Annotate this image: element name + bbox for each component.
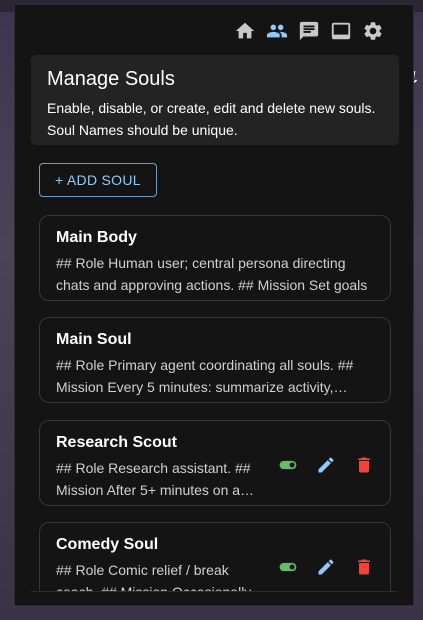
description-line-1: Enable, disable, or create, edit and del… xyxy=(47,100,376,116)
add-soul-button[interactable]: + ADD SOUL xyxy=(39,163,157,197)
people-icon[interactable] xyxy=(265,19,289,43)
page-title: Manage Souls xyxy=(47,68,175,90)
manage-souls-header: Manage Souls Enable, disable, or create,… xyxy=(31,55,399,145)
window-icon[interactable] xyxy=(329,19,353,43)
page-description: Enable, disable, or create, edit and del… xyxy=(47,97,383,141)
soul-actions xyxy=(276,453,376,477)
chat-icon[interactable] xyxy=(297,19,321,43)
soul-name: Main Body xyxy=(56,229,137,246)
home-icon[interactable] xyxy=(233,19,257,43)
delete-icon[interactable] xyxy=(352,453,376,477)
edit-icon[interactable] xyxy=(314,555,338,579)
soul-description: ## Role Human user; central persona dire… xyxy=(56,255,368,293)
toolbar xyxy=(233,19,385,43)
delete-icon[interactable] xyxy=(352,555,376,579)
toggle-on-icon[interactable] xyxy=(276,555,300,579)
soul-card-main-body[interactable]: Main Body ## Role Human user; central pe… xyxy=(39,215,391,301)
soul-description: ## Role Comic relief / break coach. ## M… xyxy=(56,562,252,592)
soul-card-main-soul[interactable]: Main Soul ## Role Primary agent coordina… xyxy=(39,317,391,403)
soul-description: ## Role Research assistant. ## Mission A… xyxy=(56,460,251,498)
edit-icon[interactable] xyxy=(314,453,338,477)
soul-card-research-scout[interactable]: Research Scout ## Role Research assistan… xyxy=(39,420,391,506)
souls-list: Main Body ## Role Human user; central pe… xyxy=(39,215,391,592)
toggle-on-icon[interactable] xyxy=(276,453,300,477)
soul-card-comedy-soul[interactable]: Comedy Soul ## Role Comic relief / break… xyxy=(39,522,391,592)
gear-icon[interactable] xyxy=(361,19,385,43)
panel-bottom-divider xyxy=(31,591,397,592)
soul-name: Research Scout xyxy=(56,434,177,451)
description-line-2: Soul Names should be unique. xyxy=(47,122,238,138)
soul-name: Main Soul xyxy=(56,331,132,348)
soul-name: Comedy Soul xyxy=(56,536,159,553)
manage-souls-panel: Manage Souls Enable, disable, or create,… xyxy=(14,4,414,606)
soul-description: ## Role Primary agent coordinating all s… xyxy=(56,357,354,395)
soul-actions xyxy=(276,555,376,579)
